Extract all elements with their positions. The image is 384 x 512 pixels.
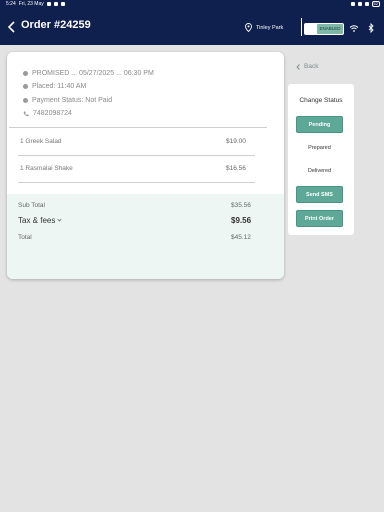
placed-text: Placed: 11:40 AM xyxy=(32,83,87,90)
back-link[interactable]: Back xyxy=(296,63,318,70)
clock-icon xyxy=(23,84,28,89)
back-arrow-icon[interactable] xyxy=(6,20,18,34)
panel-title: Change Status xyxy=(299,97,343,104)
item-divider xyxy=(18,155,255,156)
notification-icon xyxy=(53,2,58,6)
placed-row: Placed: 11:40 AM xyxy=(23,83,86,90)
payment-row: Payment Status: Not Paid xyxy=(23,97,112,104)
status-right: 62 xyxy=(350,1,380,7)
wifi-icon xyxy=(349,25,359,32)
notification-icon xyxy=(60,2,65,6)
item-name: 1 Greek Salad xyxy=(20,138,62,145)
item-price: $19.00 xyxy=(226,138,246,145)
back-label: Back xyxy=(304,63,319,70)
totals-section: Sub Total $35.56 Tax & fees $9.56 Total … xyxy=(7,194,284,279)
chevron-down-icon xyxy=(57,217,62,222)
item-price: $16.56 xyxy=(226,165,246,172)
phone-number[interactable]: 7482098724 xyxy=(33,110,72,117)
item-name: 1 Rasmalai Shake xyxy=(20,165,73,172)
tax-fees-label: Tax & fees xyxy=(18,216,56,225)
send-sms-button[interactable]: Send SMS xyxy=(296,186,343,203)
location-selector[interactable]: Tinley Park xyxy=(245,23,283,32)
location-label: Tinley Park xyxy=(256,24,284,31)
enabled-toggle[interactable]: ENABLED xyxy=(304,23,344,35)
order-card: PROMISED ... 05/27/2025 ... 06:30 PM Pla… xyxy=(7,52,284,279)
tax-fees-toggle[interactable]: Tax & fees xyxy=(18,216,62,225)
app-header: Order #24259 Tinley Park ENABLED xyxy=(0,9,384,45)
status-date: Fri, 23 May xyxy=(18,1,44,7)
payment-icon xyxy=(23,98,28,103)
section-divider xyxy=(9,127,267,128)
clock-icon xyxy=(23,71,28,76)
delivered-option[interactable]: Delivered xyxy=(296,168,343,174)
status-time: 5:24 xyxy=(6,1,16,7)
wifi-status-icon xyxy=(357,2,362,6)
header-divider xyxy=(301,18,302,36)
tax-fees-value: $9.56 xyxy=(231,216,252,225)
notification-icon xyxy=(46,2,51,6)
print-order-button[interactable]: Print Order xyxy=(296,210,343,227)
phone-icon xyxy=(23,111,29,116)
total-label: Total xyxy=(18,234,32,241)
signal-icon xyxy=(350,2,355,6)
bluetooth-icon xyxy=(368,23,374,34)
prepared-option[interactable]: Prepared xyxy=(296,145,343,151)
item-divider xyxy=(18,182,255,183)
status-left: 5:24 Fri, 23 May xyxy=(6,1,65,7)
page-title: Order #24259 xyxy=(21,19,91,31)
battery-indicator: 62 xyxy=(371,1,380,7)
chevron-left-icon xyxy=(296,63,300,70)
location-pin-icon xyxy=(245,23,252,32)
change-status-panel: Change Status Pending Prepared Delivered… xyxy=(288,84,354,235)
subtotal-label: Sub Total xyxy=(18,202,45,209)
total-value: $45.12 xyxy=(231,234,251,241)
phone-row: 7482098724 xyxy=(23,110,72,117)
promised-text: PROMISED ... 05/27/2025 ... 06:30 PM xyxy=(32,70,154,77)
subtotal-value: $35.56 xyxy=(231,202,251,209)
pending-button[interactable]: Pending xyxy=(296,116,343,133)
system-status-bar: 5:24 Fri, 23 May 62 xyxy=(0,0,384,9)
promised-row: PROMISED ... 05/27/2025 ... 06:30 PM xyxy=(23,70,154,77)
toggle-label: ENABLED xyxy=(317,24,343,34)
payment-status-text: Payment Status: Not Paid xyxy=(32,97,113,104)
sound-icon xyxy=(364,2,369,6)
